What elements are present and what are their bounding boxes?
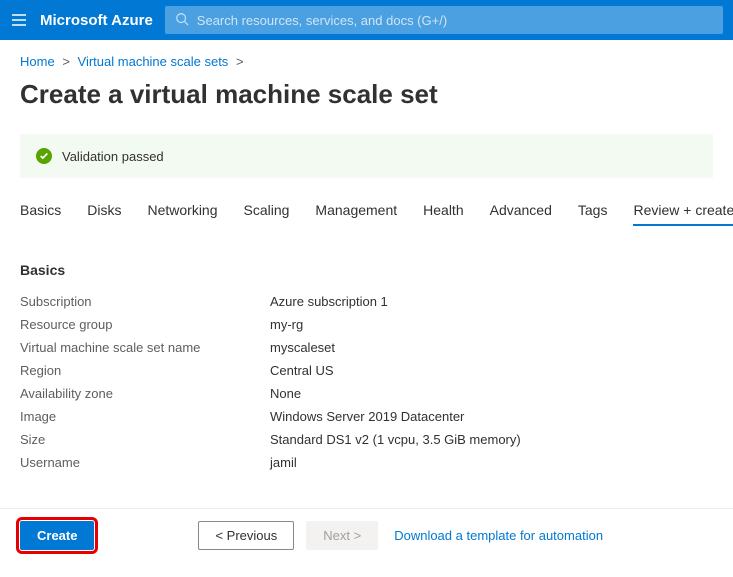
search-input[interactable] (197, 13, 713, 28)
wizard-footer: Create < Previous Next > Download a temp… (0, 508, 733, 562)
brand-label: Microsoft Azure (40, 12, 153, 29)
kv-value: Standard DS1 v2 (1 vcpu, 3.5 GiB memory) (270, 432, 521, 447)
kv-row: Availability zoneNone (20, 386, 713, 401)
kv-row: ImageWindows Server 2019 Datacenter (20, 409, 713, 424)
tab-health[interactable]: Health (423, 202, 463, 226)
top-bar: Microsoft Azure (0, 0, 733, 40)
breadcrumb: Home > Virtual machine scale sets > (0, 40, 733, 75)
validation-banner: Validation passed (20, 134, 713, 178)
create-button[interactable]: Create (20, 521, 94, 550)
kv-label: Availability zone (20, 386, 270, 401)
wizard-tabs: Basics Disks Networking Scaling Manageme… (0, 202, 733, 234)
kv-value: myscaleset (270, 340, 335, 355)
hamburger-icon[interactable] (10, 11, 28, 29)
kv-label: Resource group (20, 317, 270, 332)
tab-advanced[interactable]: Advanced (490, 202, 552, 226)
tab-tags[interactable]: Tags (578, 202, 608, 226)
previous-button[interactable]: < Previous (198, 521, 294, 550)
kv-row: Virtual machine scale set namemyscaleset (20, 340, 713, 355)
page-title: Create a virtual machine scale set (0, 75, 733, 126)
kv-row: SubscriptionAzure subscription 1 (20, 294, 713, 309)
kv-label: Size (20, 432, 270, 447)
kv-value: None (270, 386, 301, 401)
kv-label: Username (20, 455, 270, 470)
chevron-right-icon: > (236, 54, 244, 69)
kv-row: RegionCentral US (20, 363, 713, 378)
kv-value: Windows Server 2019 Datacenter (270, 409, 464, 424)
validation-text: Validation passed (62, 149, 164, 164)
download-template-link[interactable]: Download a template for automation (394, 528, 603, 543)
tab-scaling[interactable]: Scaling (244, 202, 290, 226)
check-circle-icon (36, 148, 52, 164)
chevron-right-icon: > (62, 54, 70, 69)
kv-label: Subscription (20, 294, 270, 309)
review-section: Basics SubscriptionAzure subscription 1 … (0, 234, 733, 488)
global-search[interactable] (165, 6, 723, 34)
section-heading-basics: Basics (20, 262, 713, 278)
kv-value: Azure subscription 1 (270, 294, 388, 309)
kv-label: Image (20, 409, 270, 424)
next-button: Next > (306, 521, 378, 550)
kv-row: SizeStandard DS1 v2 (1 vcpu, 3.5 GiB mem… (20, 432, 713, 447)
kv-value: my-rg (270, 317, 303, 332)
kv-label: Region (20, 363, 270, 378)
tab-review-create[interactable]: Review + create (633, 202, 733, 226)
kv-value: Central US (270, 363, 334, 378)
breadcrumb-vmss[interactable]: Virtual machine scale sets (78, 54, 229, 69)
tab-disks[interactable]: Disks (87, 202, 121, 226)
breadcrumb-home[interactable]: Home (20, 54, 55, 69)
search-icon (175, 12, 189, 29)
kv-row: Resource groupmy-rg (20, 317, 713, 332)
tab-basics[interactable]: Basics (20, 202, 61, 226)
tab-networking[interactable]: Networking (147, 202, 217, 226)
kv-value: jamil (270, 455, 297, 470)
tab-management[interactable]: Management (315, 202, 397, 226)
kv-label: Virtual machine scale set name (20, 340, 270, 355)
kv-row: Usernamejamil (20, 455, 713, 470)
